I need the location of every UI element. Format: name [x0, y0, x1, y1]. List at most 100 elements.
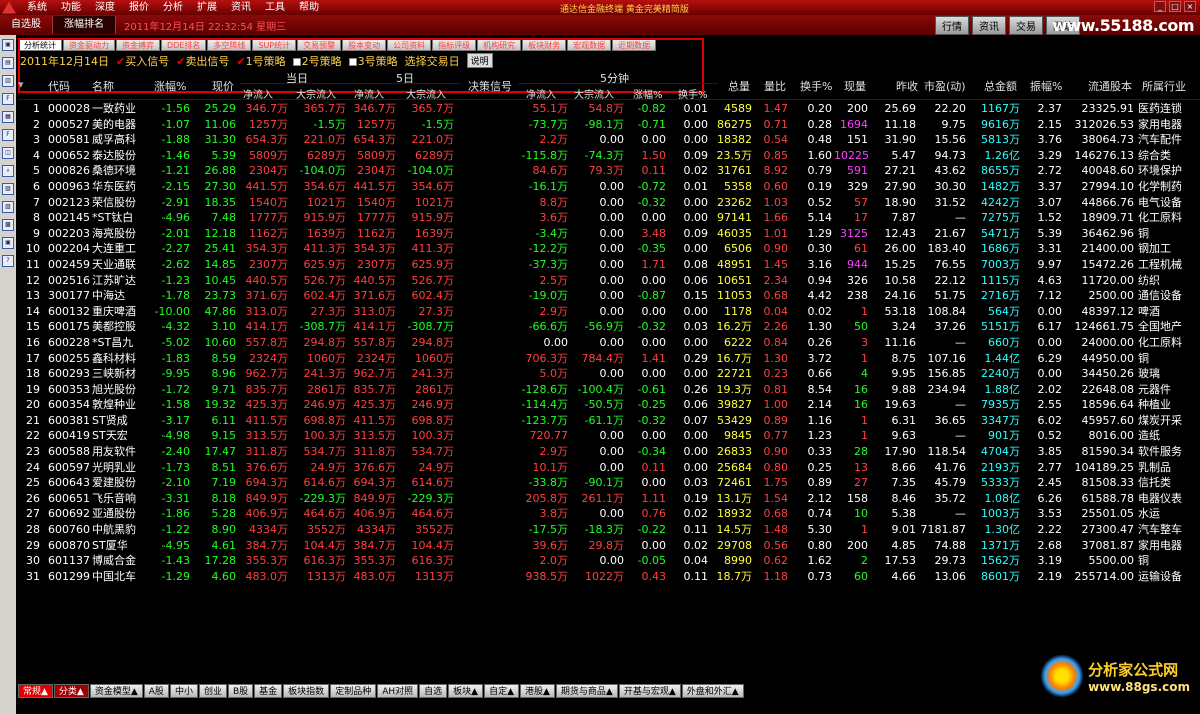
subtab-4[interactable]: 多空阵线: [207, 38, 252, 51]
subtab-11[interactable]: 板块财务: [522, 38, 567, 51]
toolbar-icon-6[interactable]: F: [2, 129, 14, 141]
minimize-icon[interactable]: _: [1154, 1, 1166, 12]
menu-help[interactable]: 帮助: [292, 0, 326, 15]
check-strategy-3[interactable]: 3号策略: [348, 53, 398, 69]
table-row[interactable]: 23 600588 用友软件 -2.40 17.47 311.8万 534.7万 311.8万…: [18, 444, 1200, 460]
table-row[interactable]: 31 601299 中国北车 -1.29 4.60 483.0万 1313万 483.0万 13…: [18, 569, 1200, 585]
bottom-tab-hk[interactable]: 港股▲: [520, 684, 555, 698]
col-5m-change[interactable]: 涨幅%: [633, 86, 663, 101]
table-row[interactable]: 17 600255 鑫科材料 -1.83 8.59 2324万 1060万 2324万 1060…: [18, 351, 1200, 367]
col-volume[interactable]: 总量: [728, 78, 750, 94]
table-row[interactable]: 27 600692 亚通股份 -1.86 5.28 406.9万 464.6万 406.9万 4…: [18, 506, 1200, 522]
subtab-12[interactable]: 宏观数据: [567, 38, 612, 51]
table-row[interactable]: 12 002516 江苏旷达 -1.23 10.45 440.5万 526.7万 440.5万…: [18, 273, 1200, 289]
col-5d-inflow[interactable]: 净流入: [354, 86, 384, 101]
subtab-0[interactable]: 分析统计: [18, 38, 62, 51]
table-row[interactable]: 22 600419 ST天宏 -4.98 9.15 313.5万 100.3万 313.5万 1…: [18, 428, 1200, 444]
table-row[interactable]: 26 600651 飞乐音响 -3.31 8.18 849.9万 -229.3万 849.9万…: [18, 491, 1200, 507]
col-today-block[interactable]: 大宗流入: [296, 86, 336, 101]
bottom-tab-sme[interactable]: 中小: [169, 684, 198, 698]
quote-button[interactable]: 行情: [935, 15, 969, 35]
bottom-tab-forex[interactable]: 外盘和外汇▲: [681, 684, 744, 698]
table-row[interactable]: 25 600643 爱建股份 -2.10 7.19 694.3万 614.6万 694.3万 6…: [18, 475, 1200, 491]
table-row[interactable]: 24 600597 光明乳业 -1.73 8.51 376.6万 24.9万 376.6万 24…: [18, 460, 1200, 476]
check-strategy-2[interactable]: 2号策略: [292, 53, 342, 69]
select-trade-day[interactable]: 选择交易日: [405, 53, 460, 69]
bottom-tab-futures[interactable]: 期货与商品▲: [555, 684, 618, 698]
search-icon[interactable]: ⌕: [2, 165, 14, 177]
col-today-inflow[interactable]: 净流入: [243, 86, 273, 101]
bottom-tab-custom[interactable]: 自定▲: [484, 684, 519, 698]
trade-button[interactable]: 交易: [1009, 15, 1043, 35]
col-turnover[interactable]: 换手%: [800, 78, 832, 94]
col-code[interactable]: 代码: [48, 78, 70, 94]
table-row[interactable]: 4 000652 泰达股份 -1.46 5.39 5809万 6289万 5809万 6289万…: [18, 148, 1200, 164]
bottom-tab-ah[interactable]: AH对照: [377, 684, 419, 698]
toolbar-icon-4[interactable]: F: [2, 93, 14, 105]
bottom-tab-openfund[interactable]: 开基与宏观▲: [618, 684, 681, 698]
bottom-tab-sector-index[interactable]: 板块指数: [283, 684, 330, 698]
col-pe[interactable]: 市盈(动): [924, 78, 966, 94]
table-row[interactable]: 20 600354 敦煌种业 -1.58 19.32 425.3万 246.9万 425.3万…: [18, 397, 1200, 413]
toolbar-icon-11[interactable]: ▩: [2, 219, 14, 231]
col-vol-ratio[interactable]: 量比: [764, 78, 786, 94]
col-change[interactable]: 涨幅%: [154, 78, 186, 94]
bottom-tab-watchlist[interactable]: 自选: [419, 684, 448, 698]
menu-extend[interactable]: 扩展: [190, 0, 224, 15]
check-buy-signal[interactable]: ✔买入信号: [116, 53, 169, 69]
subtab-9[interactable]: 指标评级: [432, 38, 477, 51]
col-5d-block[interactable]: 大宗流入: [406, 86, 446, 101]
subtab-5[interactable]: SUP统计: [252, 38, 297, 51]
close-icon[interactable]: ×: [1184, 1, 1196, 12]
check-strategy-1[interactable]: ✔1号策略: [236, 53, 285, 69]
col-5m-block[interactable]: 大宗流入: [574, 86, 614, 101]
bottom-tab-sector[interactable]: 板块▲: [448, 684, 484, 698]
table-row[interactable]: 30 601137 博威合金 -1.43 17.28 355.3万 616.3万 355.3万…: [18, 553, 1200, 569]
toolbar-icon-2[interactable]: ▤: [2, 57, 14, 69]
subtab-1[interactable]: 资金驱动力: [63, 38, 115, 51]
toolbar-icon-1[interactable]: ▣: [2, 39, 14, 51]
table-row[interactable]: 11 002459 天业通联 -2.62 14.85 2307万 625.9万 2307万 62…: [18, 257, 1200, 273]
table-row[interactable]: 5 000826 桑德环境 -1.21 26.88 2304万 -104.0万 2304万 -1…: [18, 163, 1200, 179]
bottom-tab-category[interactable]: 分类▲: [53, 684, 89, 698]
bottom-tab-b-share[interactable]: B股: [227, 684, 254, 698]
tab-watchlist[interactable]: 自选股: [0, 16, 53, 34]
maximize-icon[interactable]: □: [1169, 1, 1181, 12]
table-row[interactable]: 19 600353 旭光股份 -1.72 9.71 835.7万 2861万 835.7万 28…: [18, 382, 1200, 398]
table-row[interactable]: 10 002204 大连重工 -2.27 25.41 354.3万 411.3万 354.3万…: [18, 241, 1200, 257]
table-row[interactable]: 3 000581 威孚高科 -1.88 31.30 654.3万 221.0万 654.3万 2…: [18, 132, 1200, 148]
toolbar-icon-3[interactable]: ▥: [2, 75, 14, 87]
subtab-10[interactable]: 机构研究: [477, 38, 522, 51]
subtab-6[interactable]: 交易预警: [297, 38, 342, 51]
toolbar-icon-7[interactable]: ◫: [2, 147, 14, 159]
table-row[interactable]: 28 600760 中航黑豹 -1.22 8.90 4334万 3552万 4334万 3552…: [18, 522, 1200, 538]
toolbar-icon-9[interactable]: ▧: [2, 183, 14, 195]
table-row[interactable]: 9 002203 海亮股份 -2.01 12.18 1162万 1639万 1162万 1639…: [18, 226, 1200, 242]
menu-system[interactable]: 系统: [20, 0, 54, 15]
date-field[interactable]: 2011年12月14日: [20, 53, 109, 69]
table-row[interactable]: 1 000028 一致药业 -1.56 25.29 346.7万 365.7万 346.7万 3…: [18, 101, 1200, 117]
col-price[interactable]: 现价: [212, 78, 234, 94]
sort-dropdown-icon[interactable]: ▾: [18, 78, 24, 91]
tab-gain-rank[interactable]: 涨幅排名: [53, 16, 116, 34]
table-row[interactable]: 18 600293 三峡新材 -9.95 8.96 962.7万 241.3万 962.7万 2…: [18, 366, 1200, 382]
col-industry[interactable]: 所属行业: [1142, 78, 1186, 94]
menu-tools[interactable]: 工具: [258, 0, 292, 15]
table-row[interactable]: 21 600381 ST贤成 -3.17 6.11 411.5万 698.8万 411.5万 6…: [18, 413, 1200, 429]
table-row[interactable]: 8 002145 *ST钛白 -4.96 7.48 1777万 915.9万 1777万 915…: [18, 210, 1200, 226]
bottom-tab-fund-model[interactable]: 资金模型▲: [89, 684, 143, 698]
col-prev-close[interactable]: 昨收: [896, 78, 918, 94]
table-row[interactable]: 14 600132 重庆啤酒 -10.00 47.86 313.0万 27.3万 313.0万…: [18, 304, 1200, 320]
col-amplitude[interactable]: 振幅%: [1030, 78, 1062, 94]
table-row[interactable]: 16 600228 *ST昌九 -5.02 10.60 557.8万 294.8万 557.8…: [18, 335, 1200, 351]
toolbar-icon-5[interactable]: ▦: [2, 111, 14, 123]
bottom-tab-fund[interactable]: 基金: [254, 684, 283, 698]
menu-function[interactable]: 功能: [54, 0, 88, 15]
table-row[interactable]: 13 300177 中海达 -1.78 23.73 371.6万 602.4万 371.6万 6…: [18, 288, 1200, 304]
subtab-13[interactable]: 近期数据: [612, 38, 657, 51]
subtab-2[interactable]: 资金搏弈: [116, 38, 160, 51]
col-name[interactable]: 名称: [92, 78, 114, 94]
check-sell-signal[interactable]: ✔卖出信号: [176, 53, 229, 69]
table-row[interactable]: 7 002123 荣信股份 -2.91 18.35 1540万 1021万 1540万 1021…: [18, 195, 1200, 211]
toolbar-icon-10[interactable]: ▨: [2, 201, 14, 213]
